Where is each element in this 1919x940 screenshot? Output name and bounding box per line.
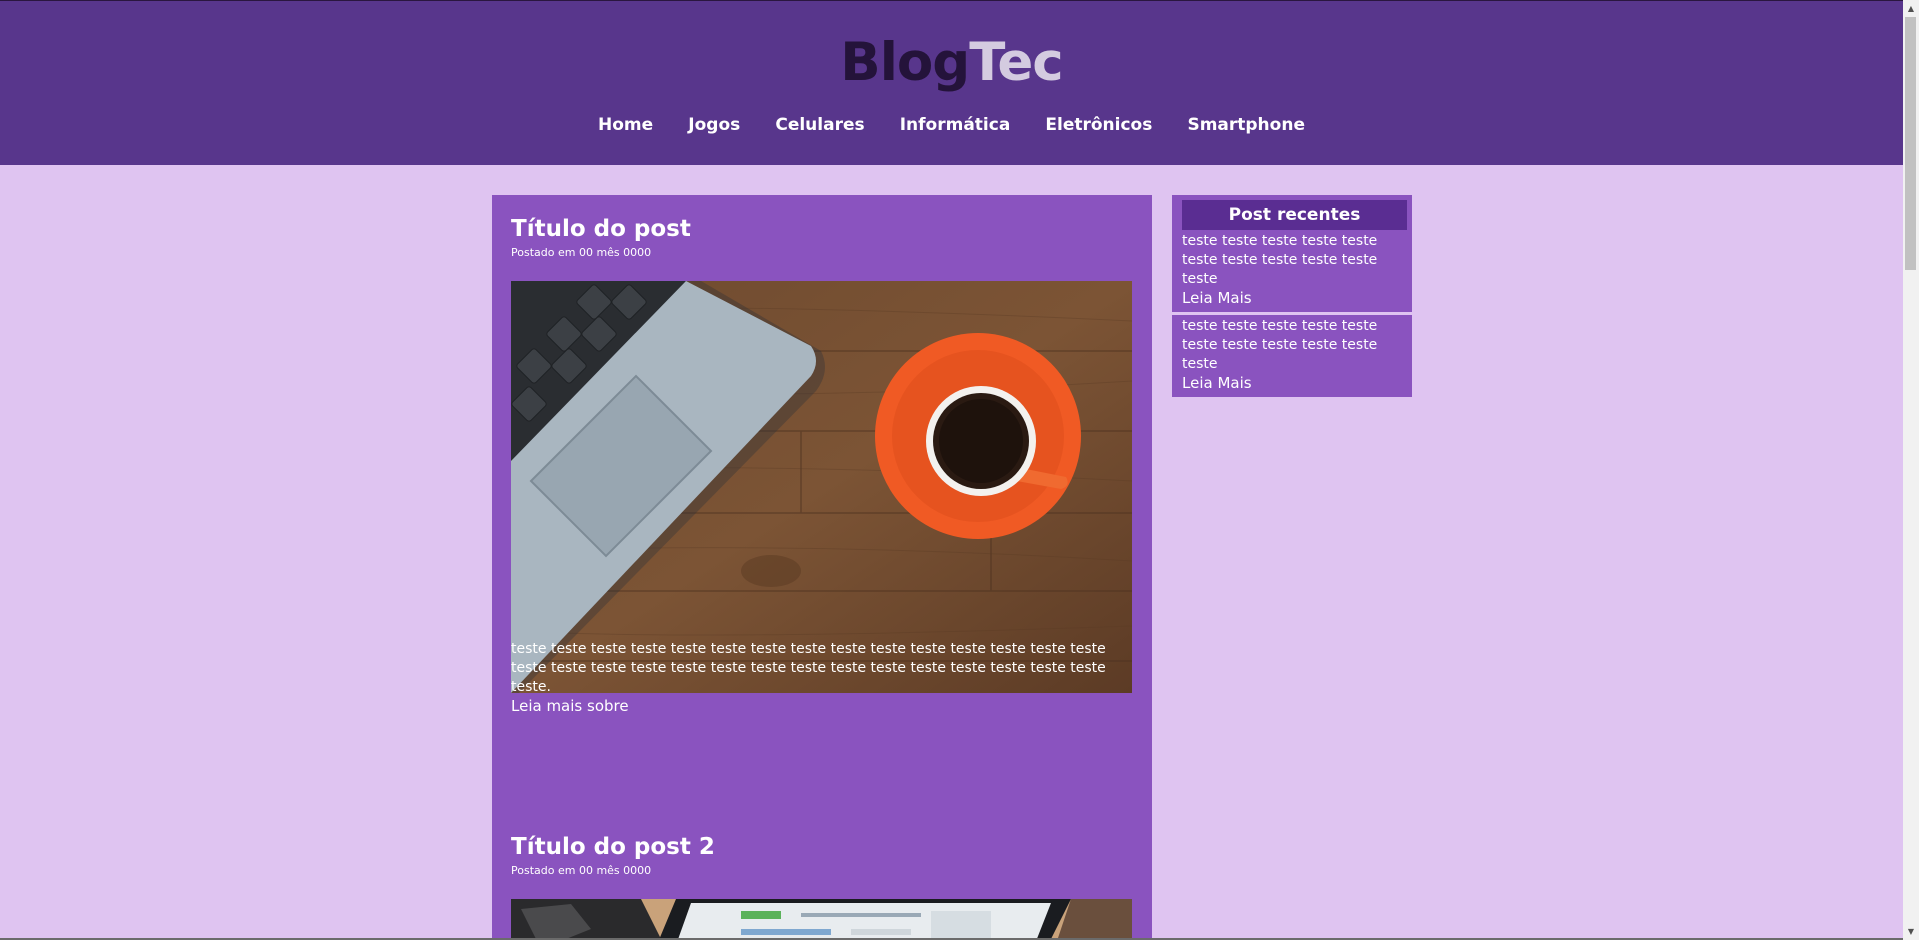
post-2: Título do post 2 Postado em 00 mês 0000	[511, 833, 1132, 940]
scroll-up-icon[interactable]: ▲	[1903, 0, 1919, 17]
sidebar-title: Post recentes	[1182, 200, 1407, 230]
nav-smartphone[interactable]: Smartphone	[1187, 113, 1305, 137]
logo-tec: Tec	[969, 32, 1063, 93]
recent-post-item: teste teste teste teste teste teste test…	[1172, 312, 1412, 397]
post-image	[511, 281, 1132, 693]
post-image	[511, 899, 1132, 940]
nav-eletronicos[interactable]: Eletrônicos	[1045, 113, 1152, 137]
recent-posts-sidebar: Post recentes teste teste teste teste te…	[1172, 195, 1412, 397]
scroll-down-icon[interactable]: ▼	[1903, 923, 1919, 940]
site-header: BlogTec Home Jogos Celulares Informática…	[0, 1, 1903, 165]
recent-post-item: teste teste teste teste teste teste test…	[1172, 230, 1412, 312]
post-date: Postado em 00 mês 0000	[511, 864, 652, 877]
post-title[interactable]: Título do post	[511, 215, 1132, 243]
post-excerpt: teste teste teste teste teste teste test…	[511, 640, 1132, 716]
logo-blog: Blog	[840, 32, 970, 93]
post-title[interactable]: Título do post 2	[511, 833, 1132, 861]
post-1: Título do post Postado em 00 mês 0000 te…	[511, 215, 1132, 715]
posts-column: Título do post Postado em 00 mês 0000 te…	[492, 195, 1152, 940]
vertical-scrollbar[interactable]: ▲ ▼	[1903, 0, 1919, 940]
site-logo[interactable]: BlogTec	[0, 31, 1903, 95]
scrollbar-thumb[interactable]	[1905, 17, 1916, 270]
main-nav: Home Jogos Celulares Informática Eletrôn…	[0, 113, 1903, 137]
read-more-link[interactable]: Leia mais sobre	[511, 697, 1132, 716]
nav-informatica[interactable]: Informática	[900, 113, 1011, 137]
recent-post-read-more[interactable]: Leia Mais	[1182, 289, 1402, 308]
post-date: Postado em 00 mês 0000	[511, 246, 652, 259]
nav-jogos[interactable]: Jogos	[688, 113, 740, 137]
nav-home[interactable]: Home	[598, 113, 653, 137]
recent-post-read-more[interactable]: Leia Mais	[1182, 374, 1402, 393]
nav-celulares[interactable]: Celulares	[775, 113, 864, 137]
